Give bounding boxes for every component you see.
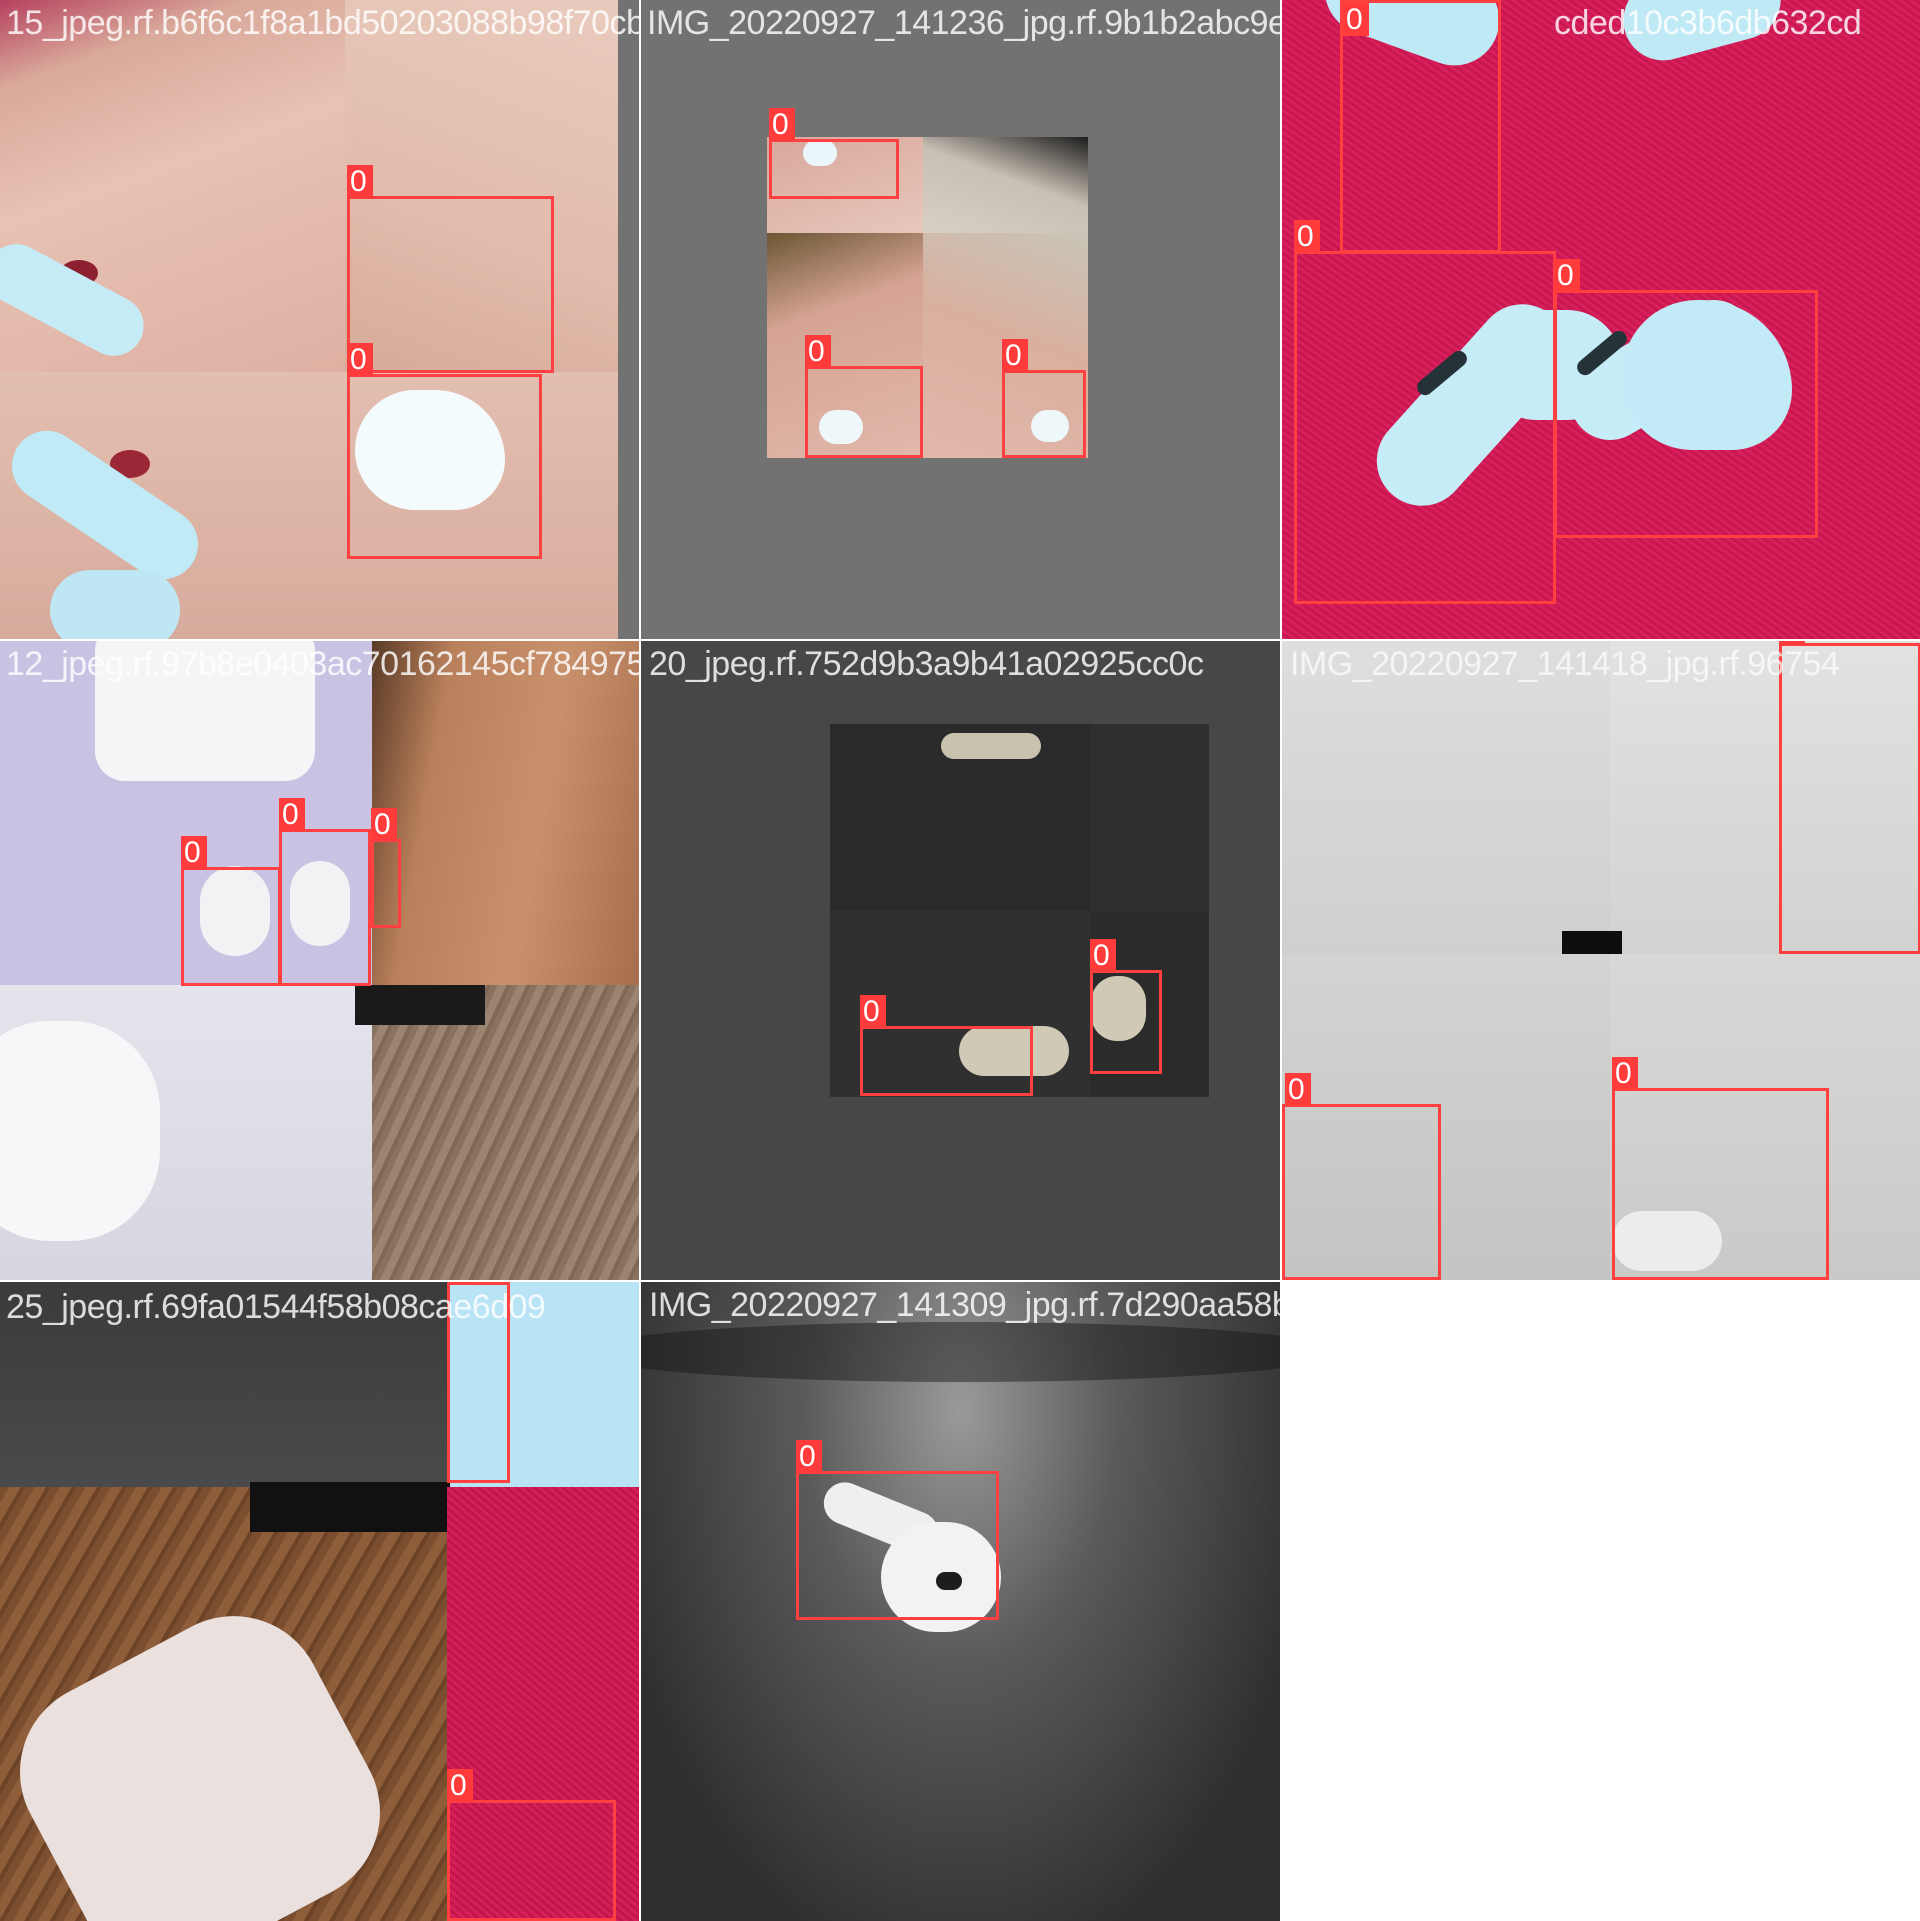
detection-box: 0	[1294, 220, 1556, 604]
image-filename: IMG_20220927_141236_jpg.rf.9b1b2abc9e53e…	[647, 4, 1280, 42]
mosaic-tile-6: IMG_20220927_141418_jpg.rf.96754 0 0 0	[1282, 641, 1920, 1280]
class-label: 0	[371, 808, 397, 841]
detection-box: 0	[1002, 339, 1086, 458]
class-label: 0	[447, 1769, 473, 1802]
mosaic-tile-2: IMG_20220927_141236_jpg.rf.9b1b2abc9e53e…	[641, 0, 1280, 639]
detection-box: 0	[181, 836, 281, 986]
mosaic-tile-7: 25_jpeg.rf.69fa01544f58b08cae6d09 0 0	[0, 1282, 639, 1921]
class-label: 0	[1294, 220, 1320, 253]
class-label: 0	[1612, 1057, 1638, 1090]
detection-box: 0	[1340, 0, 1501, 253]
dark-wedge	[250, 1482, 450, 1532]
detection-box: 0	[769, 108, 899, 199]
class-label: 0	[347, 343, 373, 376]
class-label: 0	[1002, 339, 1028, 372]
white-case	[0, 1021, 160, 1241]
class-label: 0	[181, 836, 207, 869]
fabric-fold	[641, 1322, 1280, 1382]
detection-box: 0	[1282, 1073, 1441, 1280]
photo-quad	[1090, 724, 1209, 911]
mosaic-tile-8: IMG_20220927_141309_jpg.rf.7d290aa58b28b…	[641, 1282, 1280, 1921]
detection-box: 0	[371, 808, 401, 928]
detection-box: 0	[1090, 939, 1162, 1074]
class-label: 0	[1343, 3, 1369, 36]
mosaic-tile-1: 15_jpeg.rf.b6f6c1f8a1bd50203088b98f70cb2…	[0, 0, 639, 639]
photo-quad	[0, 1282, 447, 1487]
class-label: 0	[860, 995, 886, 1028]
photo-quad	[1282, 641, 1610, 954]
mosaic-tile-3: cded10c3b6db632cd 0 0 0	[1282, 0, 1920, 639]
airpods-case	[95, 641, 315, 781]
detection-box: 0	[347, 165, 554, 373]
class-label: 0	[1779, 641, 1805, 645]
mosaic-tile-5: 20_jpeg.rf.752d9b3a9b41a02925cc0c 0 0	[641, 641, 1280, 1280]
dark-corner	[355, 985, 485, 1025]
class-label: 0	[1090, 939, 1116, 972]
image-filename: 20_jpeg.rf.752d9b3a9b41a02925cc0c	[649, 645, 1204, 683]
earbud	[941, 733, 1041, 759]
face-photo	[372, 641, 639, 985]
detection-box: 0	[796, 1440, 999, 1620]
detection-box: 0	[279, 798, 371, 986]
class-label: 0	[279, 798, 305, 831]
detection-box: 0	[860, 995, 1033, 1096]
class-label: 0	[1285, 1073, 1311, 1106]
class-label: 0	[347, 165, 373, 198]
detection-box: 0	[347, 343, 542, 559]
detection-box: 0	[805, 335, 923, 458]
detection-box: 0	[447, 1769, 616, 1921]
photo-quad	[923, 137, 1088, 233]
class-label: 0	[447, 1282, 473, 1284]
wood-photo	[372, 985, 639, 1280]
class-label: 0	[1554, 259, 1580, 292]
class-label: 0	[805, 335, 831, 368]
detection-box: 0	[1554, 259, 1818, 538]
class-label: 0	[769, 108, 795, 141]
gray-padding	[618, 0, 639, 639]
detection-box: 0	[1779, 641, 1920, 954]
mosaic-tile-4: 12_jpeg.rf.97b8e0403ac70162145cf7849758e…	[0, 641, 639, 1280]
detection-box: 0	[1612, 1057, 1829, 1280]
earbud	[50, 570, 180, 639]
class-label: 0	[796, 1440, 822, 1473]
detection-box: 0	[447, 1282, 510, 1483]
